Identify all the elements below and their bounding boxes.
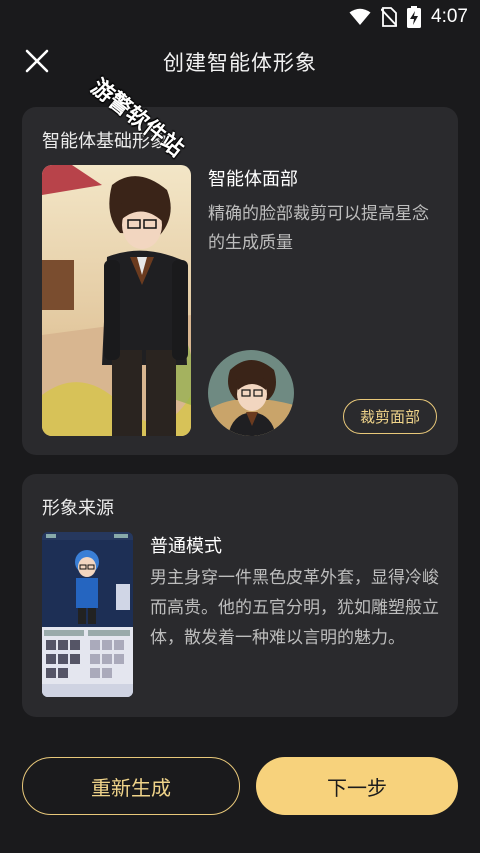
image-source-card: 形象来源 普通模式 男主身穿一件黑色皮革外套，显得冷峻而高贵。他的五官分明，犹如… [22, 474, 458, 717]
mode-title: 普通模式 [150, 536, 222, 557]
close-button[interactable] [20, 46, 54, 80]
base-character-image[interactable] [42, 165, 191, 436]
regenerate-button[interactable]: 重新生成 [22, 757, 240, 815]
wifi-icon [349, 8, 371, 26]
close-icon [25, 49, 49, 77]
app-header: 创建智能体形象 [0, 34, 480, 90]
face-avatar [208, 350, 294, 436]
face-title: 智能体面部 [208, 169, 298, 190]
source-game-screenshot[interactable] [42, 532, 133, 697]
battery-charging-icon [407, 6, 422, 28]
base-image-card: 智能体基础形象 智能体面部 精确的脸部裁剪可以提高星念的生成质量 裁剪面部 [22, 107, 458, 455]
no-sim-icon [381, 7, 398, 27]
crop-face-button[interactable]: 裁剪面部 [343, 399, 437, 434]
mode-description: 男主身穿一件黑色皮革外套，显得冷峻而高贵。他的五官分明，犹如雕塑般立体，散发着一… [150, 568, 439, 648]
page-title: 创建智能体形象 [163, 51, 317, 75]
source-section-title: 形象来源 [42, 498, 114, 519]
next-step-button[interactable]: 下一步 [256, 757, 458, 815]
status-bar: 4:07 [0, 0, 480, 34]
status-time: 4:07 [431, 6, 468, 27]
face-description: 精确的脸部裁剪可以提高星念的生成质量 [208, 204, 429, 253]
